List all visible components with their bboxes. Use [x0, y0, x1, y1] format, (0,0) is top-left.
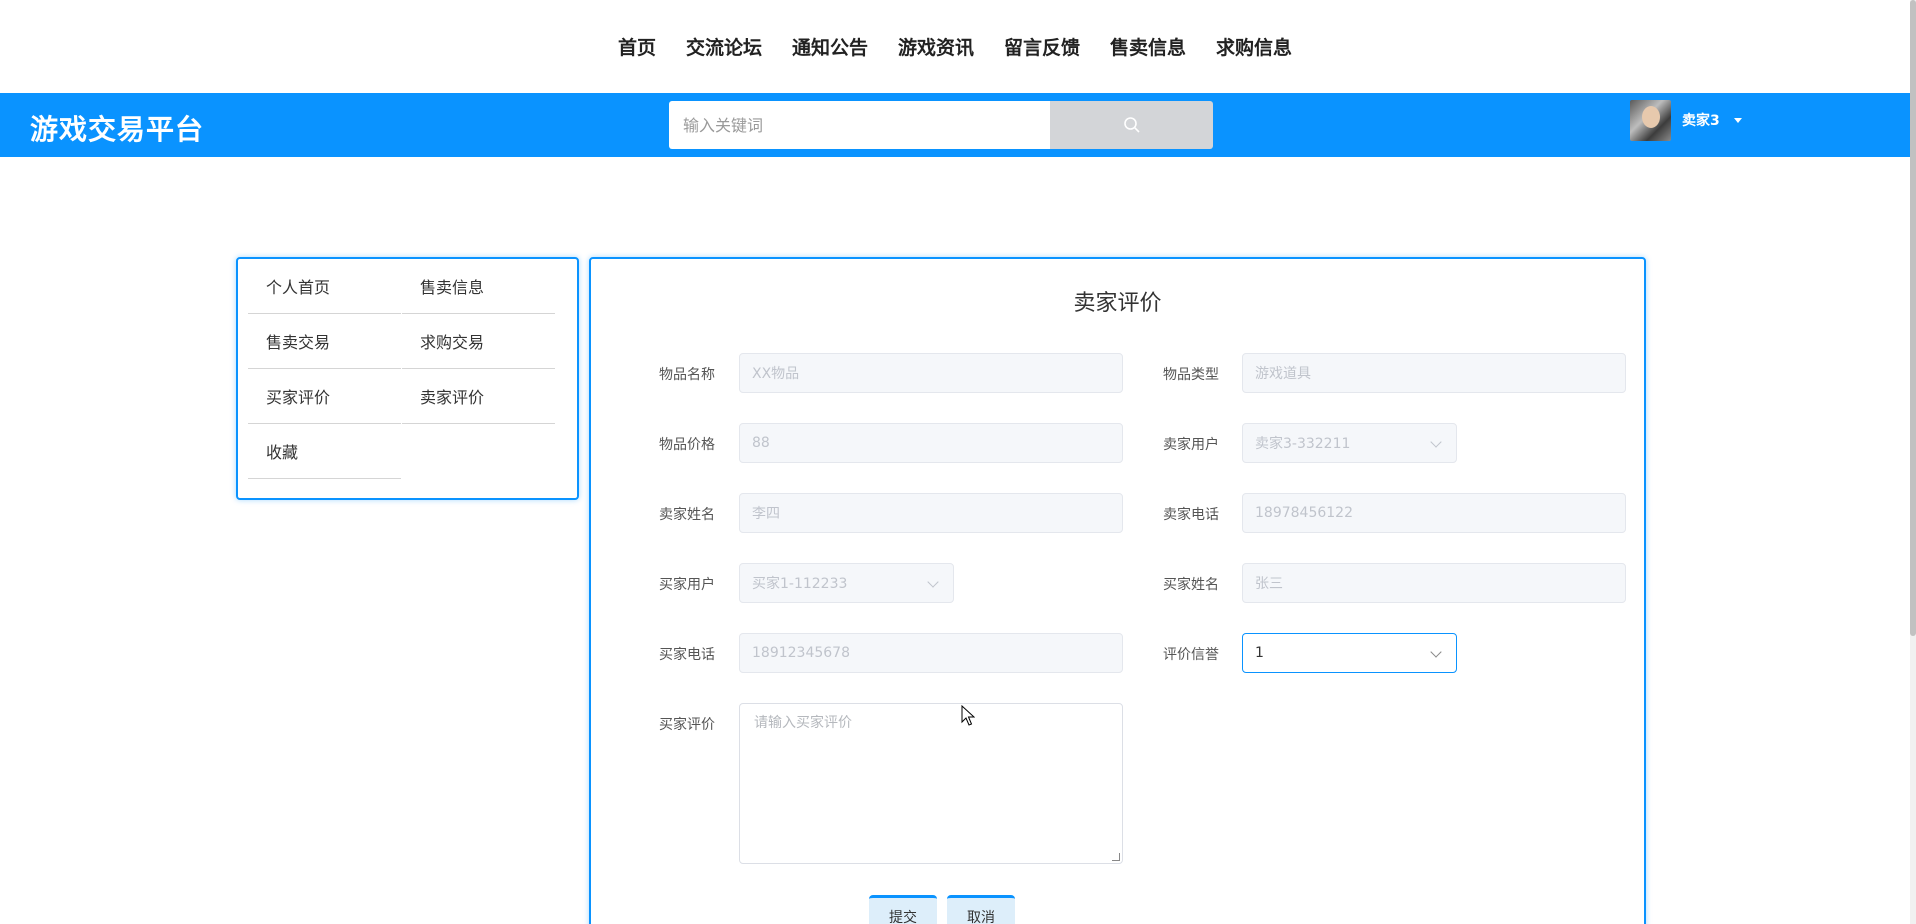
buyer-review-label: 买家评价: [659, 717, 715, 733]
seller-user-label: 卖家用户: [1163, 437, 1219, 453]
buyer-name-label: 买家姓名: [1163, 577, 1219, 593]
seller-phone-field[interactable]: 18978456122: [1242, 493, 1626, 533]
item-type-label: 物品类型: [1163, 367, 1219, 383]
buyer-phone-label: 买家电话: [659, 647, 715, 663]
mouse-cursor-icon: [961, 705, 975, 726]
sidebar-item-sale-trade[interactable]: 售卖交易: [248, 314, 401, 369]
search-icon: [1123, 117, 1140, 133]
nav-purchase-info[interactable]: 求购信息: [1201, 33, 1307, 60]
item-name-field[interactable]: XX物品: [739, 353, 1123, 393]
buyer-review-textarea[interactable]: 请输入买家评价: [739, 703, 1123, 864]
item-type-field[interactable]: 游戏道具: [1242, 353, 1626, 393]
header-bar: 游戏交易平台 卖家3: [0, 93, 1913, 157]
credit-rating-label: 评价信誉: [1163, 647, 1219, 663]
nav-forum[interactable]: 交流论坛: [671, 33, 777, 60]
caret-down-icon: [1733, 117, 1742, 123]
buyer-name-field[interactable]: 张三: [1242, 563, 1626, 603]
search-input[interactable]: [669, 101, 1050, 149]
seller-phone-label: 卖家电话: [1163, 507, 1219, 523]
scrollbar[interactable]: [1910, 0, 1916, 924]
user-menu[interactable]: 卖家3: [1630, 99, 1742, 141]
nav-notices[interactable]: 通知公告: [777, 33, 883, 60]
sidebar-item-purchase-trade[interactable]: 求购交易: [402, 314, 555, 369]
seller-name-label: 卖家姓名: [659, 507, 715, 523]
item-price-field[interactable]: 88: [739, 423, 1123, 463]
search-button[interactable]: [1050, 101, 1213, 149]
resize-handle-icon[interactable]: [1112, 853, 1120, 861]
review-panel: 卖家评价 物品名称 XX物品 物品类型 游戏道具 物品价格 88 卖家用户 卖家…: [589, 257, 1646, 924]
sidebar-item-seller-review[interactable]: 卖家评价: [402, 369, 555, 424]
buyer-user-label: 买家用户: [659, 577, 715, 593]
top-nav: 首页 交流论坛 通知公告 游戏资讯 留言反馈 售卖信息 求购信息: [0, 0, 1916, 93]
cancel-button[interactable]: 取消: [947, 895, 1015, 924]
buyer-phone-field[interactable]: 18912345678: [739, 633, 1123, 673]
sidebar-item-buyer-review[interactable]: 买家评价: [248, 369, 401, 424]
submit-button[interactable]: 提交: [869, 895, 937, 924]
item-price-label: 物品价格: [659, 437, 715, 453]
seller-user-select[interactable]: 卖家3-332211: [1242, 423, 1457, 463]
search-box: [669, 101, 1213, 149]
sidebar-item-sale-info[interactable]: 售卖信息: [402, 259, 555, 314]
nav-feedback[interactable]: 留言反馈: [989, 33, 1095, 60]
item-name-label: 物品名称: [659, 367, 715, 383]
sidebar-item-favorites[interactable]: 收藏: [248, 424, 401, 479]
buyer-user-select[interactable]: 买家1-112233: [739, 563, 954, 603]
credit-rating-select[interactable]: 1: [1242, 633, 1457, 673]
scrollbar-thumb[interactable]: [1910, 0, 1916, 636]
nav-home[interactable]: 首页: [603, 33, 671, 60]
sidebar-menu: 个人首页 售卖信息 售卖交易 求购交易 买家评价 卖家评价 收藏: [236, 257, 579, 500]
nav-game-news[interactable]: 游戏资讯: [883, 33, 989, 60]
sidebar-item-personal-home[interactable]: 个人首页: [248, 259, 401, 314]
nav-sale-info[interactable]: 售卖信息: [1095, 33, 1201, 60]
buyer-review-placeholder: 请输入买家评价: [754, 715, 852, 731]
page-title: 卖家评价: [1073, 291, 1162, 316]
avatar: [1630, 99, 1671, 141]
username: 卖家3: [1682, 113, 1720, 129]
top-nav-list: 首页 交流论坛 通知公告 游戏资讯 留言反馈 售卖信息 求购信息: [603, 33, 1307, 60]
seller-name-field[interactable]: 李四: [739, 493, 1123, 533]
brand-title: 游戏交易平台: [30, 113, 205, 146]
